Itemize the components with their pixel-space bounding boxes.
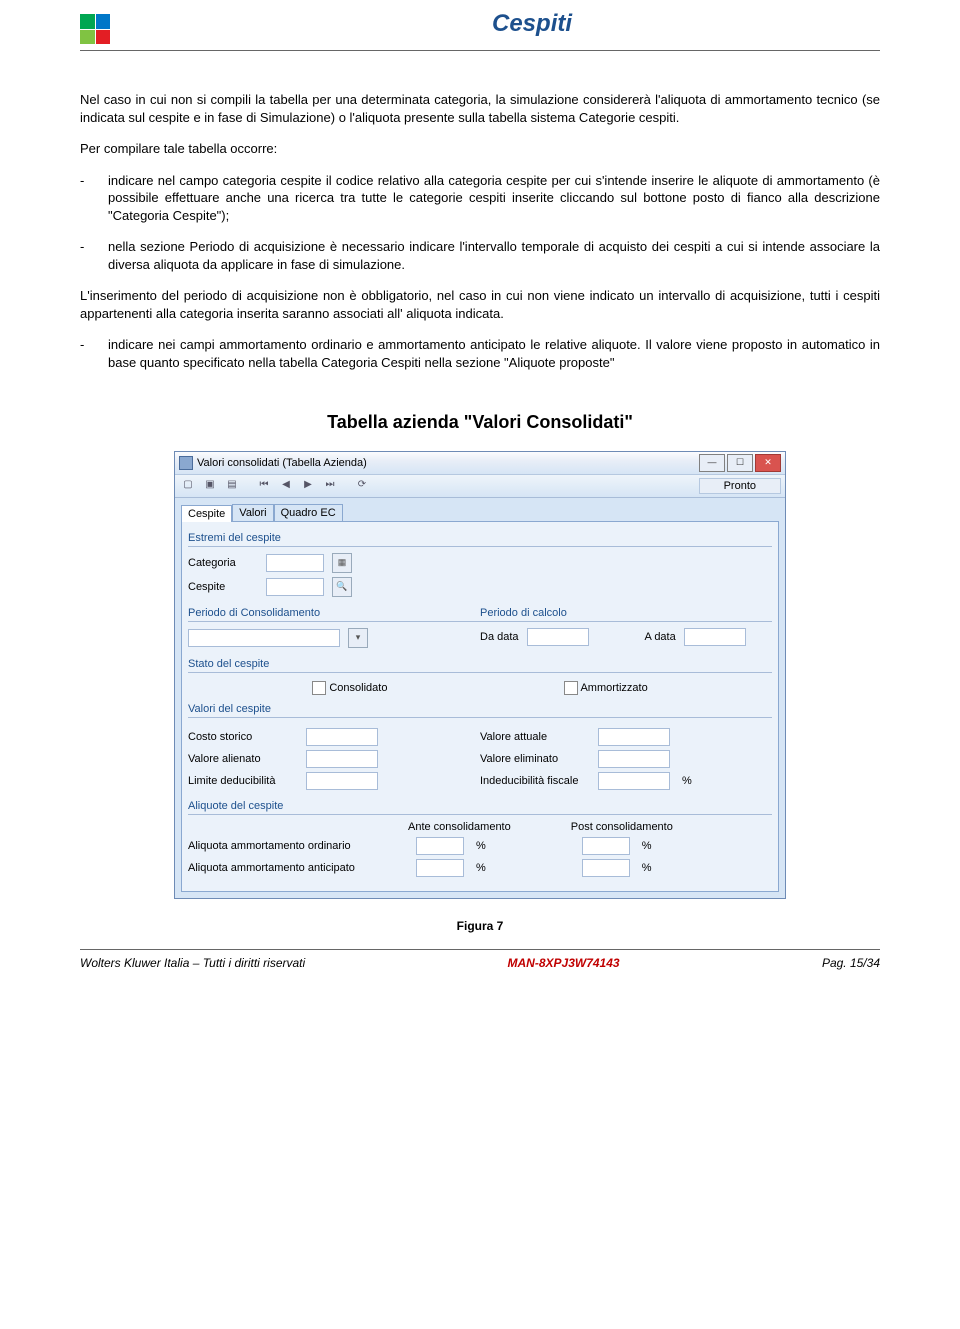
label-aliq-ant: Aliquota ammortamento anticipato [188, 862, 408, 874]
titlebar: Valori consolidati (Tabella Azienda) — ☐… [175, 452, 785, 475]
dropdown-periodo-icon[interactable]: ▾ [348, 628, 368, 648]
tab-valori[interactable]: Valori [232, 504, 273, 521]
label-post-cons: Post consolidamento [571, 821, 673, 833]
toolbar-prev-icon[interactable]: ◀ [277, 477, 295, 495]
input-aliq-ord-post[interactable] [582, 837, 630, 855]
paragraph-3: L'inserimento del periodo di acquisizion… [80, 287, 880, 322]
label-cespite: Cespite [188, 581, 258, 593]
label-inded-fisc: Indeducibilità fiscale [480, 775, 590, 787]
group-valori: Valori del cespite [188, 701, 772, 718]
app-window: Valori consolidati (Tabella Azienda) — ☐… [174, 451, 786, 899]
input-costo-storico[interactable] [306, 728, 378, 746]
window-title: Valori consolidati (Tabella Azienda) [197, 457, 367, 469]
input-periodo-cons[interactable] [188, 629, 340, 647]
group-estremi: Estremi del cespite [188, 530, 772, 547]
tabs: Cespite Valori Quadro EC [175, 498, 785, 521]
page-title: Cespiti [492, 10, 572, 38]
page-header: Cespiti [80, 0, 880, 44]
toolbar-refresh-icon[interactable]: ⟳ [353, 477, 371, 495]
lookup-cespite-icon[interactable]: 🔍 [332, 577, 352, 597]
form-area: Estremi del cespite Categoria ▦ Cespite … [181, 521, 779, 892]
logo-icon [80, 14, 110, 44]
body-text: Nel caso in cui non si compili la tabell… [80, 91, 880, 372]
label-costo-storico: Costo storico [188, 731, 298, 743]
maximize-button[interactable]: ☐ [727, 454, 753, 472]
toolbar: ▢ ▣ ▤ ⏮ ◀ ▶ ⏭ ⟳ Pronto [175, 475, 785, 498]
label-aliq-ord: Aliquota ammortamento ordinario [188, 840, 408, 852]
label-valore-attuale: Valore attuale [480, 731, 590, 743]
bullet-2: - nella sezione Periodo di acquisizione … [80, 238, 880, 273]
tab-quadro-ec[interactable]: Quadro EC [274, 504, 343, 521]
section-heading: Tabella azienda "Valori Consolidati" [80, 412, 880, 433]
input-valore-alienato[interactable] [306, 750, 378, 768]
pct-label: % [682, 775, 692, 787]
footer-mid: MAN-8XPJ3W74143 [305, 956, 822, 970]
label-ammortizzato: Ammortizzato [580, 681, 647, 693]
label-valore-eliminato: Valore eliminato [480, 753, 590, 765]
label-da-data: Da data [480, 631, 519, 643]
input-a-data[interactable] [684, 628, 746, 646]
input-limite-ded[interactable] [306, 772, 378, 790]
checkbox-ammortizzato[interactable] [564, 681, 578, 695]
checkbox-consolidato[interactable] [312, 681, 326, 695]
app-icon [179, 456, 193, 470]
paragraph-2: Per compilare tale tabella occorre: [80, 140, 880, 158]
label-consolidato: Consolidato [329, 681, 387, 693]
bullet-3: - indicare nei campi ammortamento ordina… [80, 336, 880, 371]
input-da-data[interactable] [527, 628, 589, 646]
header-rule [80, 50, 880, 51]
label-valore-alienato: Valore alienato [188, 753, 298, 765]
group-aliquote: Aliquote del cespite [188, 798, 772, 815]
paragraph-1: Nel caso in cui non si compili la tabell… [80, 91, 880, 126]
footer-rule [80, 949, 880, 950]
input-aliq-ant-post[interactable] [582, 859, 630, 877]
footer: Wolters Kluwer Italia – Tutti i diritti … [80, 956, 880, 970]
toolbar-delete-icon[interactable]: ▤ [223, 477, 241, 495]
toolbar-first-icon[interactable]: ⏮ [255, 477, 273, 495]
input-categoria[interactable] [266, 554, 324, 572]
toolbar-save-icon[interactable]: ▣ [201, 477, 219, 495]
input-aliq-ord-ante[interactable] [416, 837, 464, 855]
lookup-categoria-icon[interactable]: ▦ [332, 553, 352, 573]
label-categoria: Categoria [188, 557, 258, 569]
label-limite-ded: Limite deducibilità [188, 775, 298, 787]
figure-caption: Figura 7 [80, 919, 880, 933]
group-periodo-cons: Periodo di Consolidamento [188, 605, 480, 622]
toolbar-next-icon[interactable]: ▶ [299, 477, 317, 495]
tab-cespite[interactable]: Cespite [181, 505, 232, 522]
input-valore-eliminato[interactable] [598, 750, 670, 768]
label-ante-cons: Ante consolidamento [408, 821, 511, 833]
status-label: Pronto [699, 478, 781, 494]
input-valore-attuale[interactable] [598, 728, 670, 746]
label-a-data: A data [645, 631, 676, 643]
minimize-button[interactable]: — [699, 454, 725, 472]
close-button[interactable]: ✕ [755, 454, 781, 472]
input-cespite[interactable] [266, 578, 324, 596]
input-aliq-ant-ante[interactable] [416, 859, 464, 877]
footer-left: Wolters Kluwer Italia – Tutti i diritti … [80, 956, 305, 970]
group-stato: Stato del cespite [188, 656, 772, 673]
toolbar-new-icon[interactable]: ▢ [179, 477, 197, 495]
toolbar-last-icon[interactable]: ⏭ [321, 477, 339, 495]
footer-right: Pag. 15/34 [822, 956, 880, 970]
bullet-1: - indicare nel campo categoria cespite i… [80, 172, 880, 225]
input-inded-fisc[interactable] [598, 772, 670, 790]
group-periodo-calc: Periodo di calcolo [480, 605, 772, 622]
